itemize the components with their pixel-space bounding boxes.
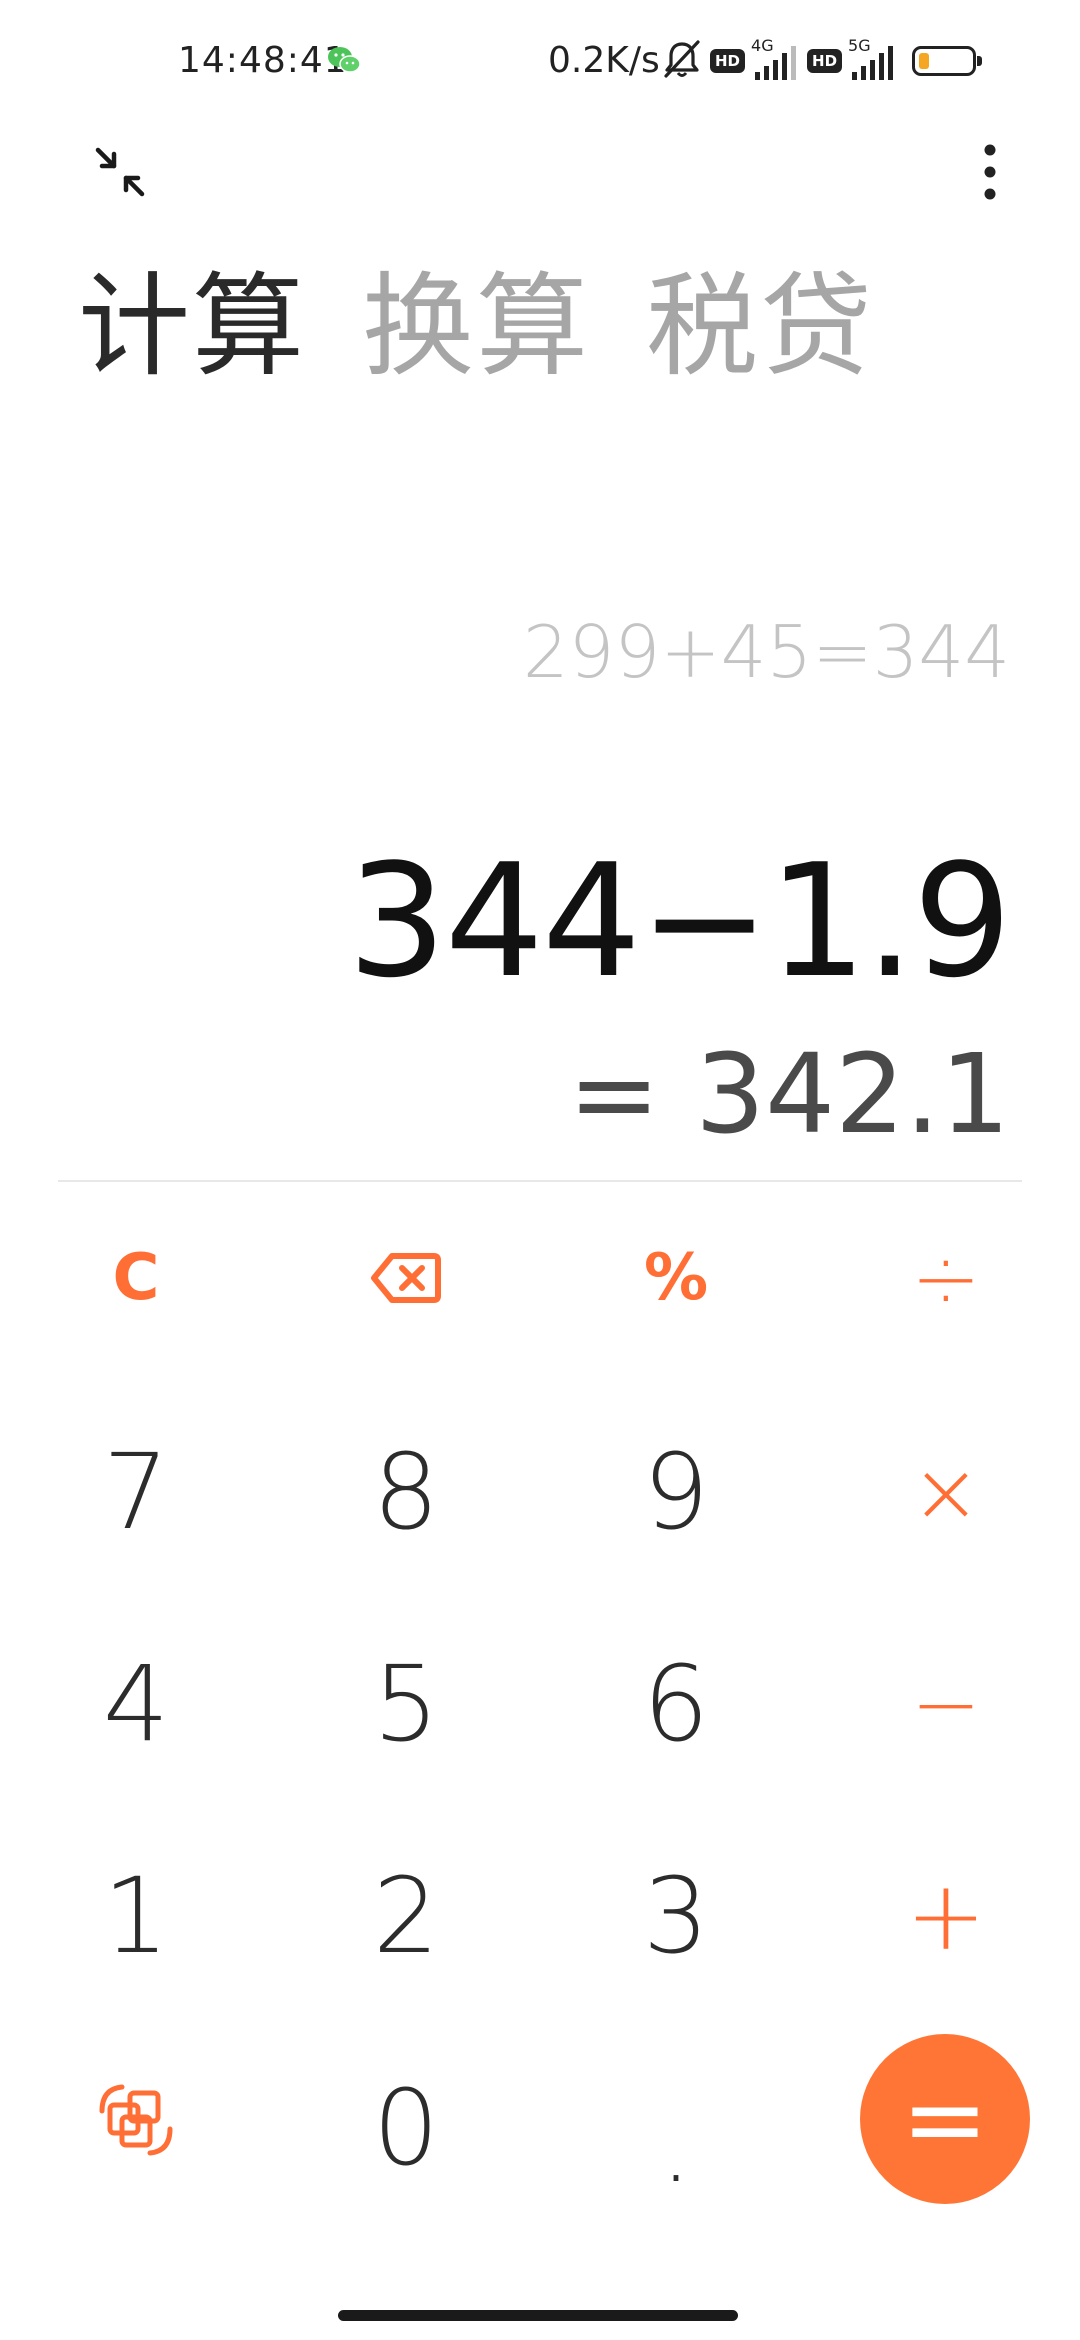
digit-8-button[interactable]: 8	[306, 1412, 506, 1572]
plus-button[interactable]: +	[846, 1836, 1046, 1996]
minus-button[interactable]: −	[846, 1624, 1046, 1784]
scientific-switch-button[interactable]	[36, 2040, 236, 2200]
percent-button[interactable]: %	[576, 1198, 776, 1358]
scientific-switch-icon	[99, 2084, 173, 2156]
signal-icon: 4G	[751, 36, 801, 84]
clear-button[interactable]: C	[36, 1198, 236, 1358]
digit-5-label: 5	[372, 1643, 440, 1765]
status-bar: 14:48:41 0.2K/s HD 4G HD 5G	[0, 0, 1080, 120]
digit-3-button[interactable]: 3	[576, 1836, 776, 1996]
mute-bell-icon	[660, 38, 704, 84]
equals-label: =	[901, 2058, 989, 2180]
status-icons: HD 4G HD 5G	[660, 36, 983, 84]
digit-9-label: 9	[642, 1431, 710, 1553]
tab-convert[interactable]: 换算	[362, 262, 590, 392]
clear-label: C	[112, 1241, 160, 1315]
digit-7-button[interactable]: 7	[36, 1412, 236, 1572]
result-preview: = 342.1	[567, 1030, 1010, 1158]
digit-7-label: 7	[102, 1431, 170, 1553]
digit-8-label: 8	[372, 1431, 440, 1553]
hd-icon-2: HD	[807, 49, 843, 73]
digit-4-label: 4	[102, 1643, 170, 1765]
digit-2-label: 2	[372, 1855, 440, 1977]
more-options-button[interactable]	[960, 140, 1020, 204]
equals-button[interactable]: =	[860, 2034, 1030, 2204]
digit-2-button[interactable]: 2	[306, 1836, 506, 1996]
decimal-label: .	[660, 2092, 692, 2204]
status-time: 14:48:41	[178, 40, 348, 81]
digit-4-button[interactable]: 4	[36, 1624, 236, 1784]
backspace-icon	[371, 1253, 441, 1303]
hd-icon: HD	[710, 49, 746, 73]
current-expression: 344−1.9	[347, 830, 1012, 1012]
more-vertical-icon	[984, 144, 996, 200]
decimal-button[interactable]: .	[576, 2068, 776, 2228]
divide-label: ÷	[910, 1229, 982, 1327]
network-speed: 0.2K/s	[548, 40, 660, 81]
digit-6-button[interactable]: 6	[576, 1624, 776, 1784]
multiply-label: ×	[910, 1443, 982, 1541]
mode-tabs: 计算 换算 税贷	[78, 262, 874, 392]
divide-button[interactable]: ÷	[846, 1198, 1046, 1358]
multiply-button[interactable]: ×	[846, 1412, 1046, 1572]
collapse-arrows-icon	[95, 147, 145, 197]
digit-1-label: 1	[102, 1855, 170, 1977]
percent-label: %	[643, 1241, 709, 1315]
digit-3-label: 3	[642, 1855, 710, 1977]
display-divider	[58, 1180, 1022, 1182]
tab-tax-loan[interactable]: 税贷	[646, 262, 874, 392]
minus-label: −	[910, 1655, 982, 1753]
plus-label: +	[905, 1860, 987, 1972]
digit-0-label: 0	[372, 2067, 440, 2189]
backspace-button[interactable]	[306, 1198, 506, 1358]
signal-icon-2: 5G	[848, 36, 898, 84]
battery-level	[919, 53, 930, 69]
battery-icon	[912, 46, 983, 76]
wechat-icon	[326, 44, 362, 76]
digit-0-button[interactable]: 0	[306, 2048, 506, 2208]
digit-1-button[interactable]: 1	[36, 1836, 236, 1996]
battery-tip	[977, 56, 983, 66]
digit-9-button[interactable]: 9	[576, 1412, 776, 1572]
digit-5-button[interactable]: 5	[306, 1624, 506, 1784]
history-expression[interactable]: 299+45=344	[523, 610, 1010, 694]
digit-6-label: 6	[642, 1643, 710, 1765]
tab-calculate[interactable]: 计算	[78, 262, 306, 392]
collapse-button[interactable]	[90, 142, 150, 202]
home-indicator[interactable]	[338, 2310, 738, 2321]
